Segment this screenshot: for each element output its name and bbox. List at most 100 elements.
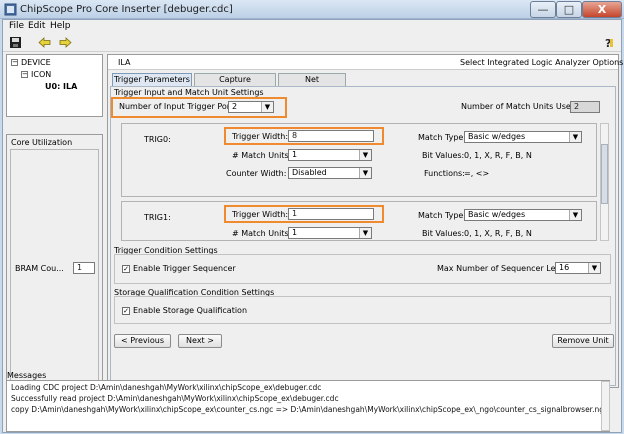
trigger-input-group-title: Trigger Input and Match Unit Settings	[114, 88, 264, 97]
trigger-condition-box: ✓ Enable Trigger Sequencer Max Number of …	[114, 254, 611, 284]
tab-net-connections[interactable]: Net Connections	[278, 73, 346, 96]
trig1-width-label: Trigger Width:	[232, 210, 289, 219]
trig0-counter-width-value: Disabled	[292, 168, 327, 177]
chevron-down-icon: ▼	[569, 210, 581, 220]
trig0-name: TRIG0:	[144, 135, 171, 144]
trig0-match-type-label: Match Type:	[418, 133, 467, 142]
menu-file[interactable]: File	[9, 21, 24, 31]
maximize-button[interactable]: □	[556, 1, 582, 18]
check-icon: ✓	[122, 306, 130, 315]
tree-item-icon[interactable]: − ICON	[21, 70, 51, 79]
match-units-used-value: 2	[570, 101, 600, 113]
bram-count-label: BRAM Cou...	[15, 264, 64, 273]
trig0-box: TRIG0: Trigger Width: 8 # Match Units: 1…	[121, 123, 597, 197]
trig0-counter-width-label: Counter Width:	[226, 169, 287, 178]
trig1-bit-values: 0, 1, X, R, F, B, N	[464, 229, 532, 238]
trig1-match-type-value: Basic w/edges	[468, 210, 526, 219]
bram-count-value: 1	[73, 262, 95, 274]
toolbar: ?	[3, 34, 621, 52]
messages-panel: Loading CDC project D:\Amin\daneshgah\My…	[6, 380, 610, 432]
trig0-match-units-label: # Match Units:	[232, 151, 292, 160]
match-units-used-label: Number of Match Units Used:	[461, 102, 579, 111]
enable-sequencer-checkbox[interactable]: ✓ Enable Trigger Sequencer	[122, 264, 236, 273]
trig1-match-units-label: # Match Units:	[232, 229, 292, 238]
back-arrow-icon[interactable]	[38, 36, 52, 49]
remove-unit-button[interactable]: Remove Unit	[552, 334, 614, 348]
tab-trigger-parameters[interactable]: Trigger Parameters	[112, 73, 192, 86]
collapse-icon[interactable]: −	[11, 59, 18, 66]
app-window: File Edit Help ? −DEVICE −ICON U0: ILA	[2, 19, 623, 433]
trig1-width-input[interactable]: 1	[288, 208, 374, 220]
trig1-name: TRIG1:	[144, 213, 171, 222]
core-name: ILA	[118, 58, 131, 67]
max-levels-select[interactable]: 16 ▼	[555, 262, 601, 274]
tree-item-device[interactable]: − DEVICE	[11, 58, 51, 67]
trig1-match-type-select[interactable]: Basic w/edges ▼	[464, 209, 582, 221]
menu-bar: File Edit Help	[3, 20, 621, 34]
enable-sequencer-label: Enable Trigger Sequencer	[133, 264, 236, 273]
ila-options-panel: ILA Select Integrated Logic Analyzer Opt…	[107, 54, 623, 388]
enable-storage-checkbox[interactable]: ✓ Enable Storage Qualification	[122, 306, 247, 315]
core-utilization-panel: Core Utilization BRAM Cou... 1	[6, 134, 103, 388]
tree-item-ila[interactable]: U0: ILA	[45, 82, 77, 91]
tree-item-label: U0: ILA	[45, 82, 78, 91]
trig1-match-type-label: Match Type:	[418, 211, 467, 220]
chevron-down-icon: ▼	[588, 263, 600, 273]
menu-help[interactable]: Help	[50, 21, 71, 31]
trigger-parameters-tab-body: Trigger Input and Match Unit Settings Nu…	[110, 86, 616, 386]
collapse-icon[interactable]: −	[21, 71, 28, 78]
trig-list-scrollbar[interactable]	[600, 123, 609, 241]
chevron-down-icon: ▼	[359, 168, 371, 178]
messages-scrollbar[interactable]	[601, 381, 610, 431]
storage-box: ✓ Enable Storage Qualification	[114, 296, 611, 324]
window-title: ChipScope Pro Core Inserter [debuger.cdc…	[20, 4, 233, 15]
tree-item-label: DEVICE	[21, 58, 51, 67]
previous-button[interactable]: < Previous	[114, 334, 171, 348]
trig1-box: TRIG1: Trigger Width: 1 # Match Units: 1…	[121, 201, 597, 241]
save-icon[interactable]	[9, 36, 23, 49]
trig0-functions: =, <>	[464, 169, 490, 178]
max-levels-value: 16	[559, 263, 570, 272]
tab-capture-parameters[interactable]: Capture Parameters	[194, 73, 276, 96]
chevron-down-icon: ▼	[261, 102, 273, 112]
window-titlebar: ChipScope Pro Core Inserter [debuger.cdc…	[0, 0, 624, 19]
trig0-match-type-select[interactable]: Basic w/edges ▼	[464, 131, 582, 143]
messages-title: Messages	[7, 371, 47, 380]
close-button[interactable]: X	[582, 1, 622, 18]
message-line: Loading CDC project D:\Amin\daneshgah\My…	[11, 383, 322, 392]
trig1-match-units-select[interactable]: 1 ▼	[288, 227, 372, 239]
check-icon: ✓	[122, 264, 130, 273]
tree-item-label: ICON	[31, 70, 52, 79]
message-line: copy D:\Amin\daneshgah\MyWork\xilinx\chi…	[11, 405, 609, 414]
next-button[interactable]: Next >	[178, 334, 222, 348]
scrollbar-thumb[interactable]	[601, 144, 608, 204]
chevron-down-icon: ▼	[569, 132, 581, 142]
project-tree: − DEVICE − ICON U0: ILA	[6, 54, 103, 117]
max-levels-label: Max Number of Sequencer Levels:	[437, 264, 575, 273]
trig0-counter-width-select[interactable]: Disabled ▼	[288, 167, 372, 179]
menu-edit[interactable]: Edit	[28, 21, 45, 31]
panel-description: Select Integrated Logic Analyzer Options	[460, 58, 624, 67]
trig0-match-units-select[interactable]: 1 ▼	[288, 149, 372, 161]
forward-arrow-icon[interactable]	[58, 36, 72, 49]
core-utilization-title: Core Utilization	[11, 138, 73, 147]
num-ports-label: Number of Input Trigger Ports:	[119, 102, 241, 111]
app-icon	[4, 3, 17, 16]
core-utilization-box: BRAM Cou... 1	[10, 149, 99, 385]
minimize-button[interactable]: —	[530, 1, 556, 18]
enable-storage-label: Enable Storage Qualification	[133, 306, 248, 315]
trig0-match-type-value: Basic w/edges	[468, 132, 526, 141]
trig0-match-units-value: 1	[292, 150, 298, 159]
trig0-functions-label: Functions:	[424, 169, 465, 178]
trig1-bit-values-label: Bit Values:	[422, 229, 465, 238]
message-line: Successfully read project D:\Amin\danesh…	[11, 394, 339, 403]
trig1-match-units-value: 1	[292, 228, 298, 237]
num-ports-select[interactable]: 2 ▼	[228, 101, 274, 113]
chevron-down-icon: ▼	[359, 228, 371, 238]
trig0-width-input[interactable]: 8	[288, 130, 374, 142]
num-ports-value: 2	[232, 102, 238, 111]
help-icon[interactable]: ?	[601, 36, 615, 49]
panel-header: ILA Select Integrated Logic Analyzer Opt…	[108, 55, 623, 70]
trig0-bit-values-label: Bit Values:	[422, 151, 465, 160]
trig0-width-label: Trigger Width:	[232, 132, 289, 141]
